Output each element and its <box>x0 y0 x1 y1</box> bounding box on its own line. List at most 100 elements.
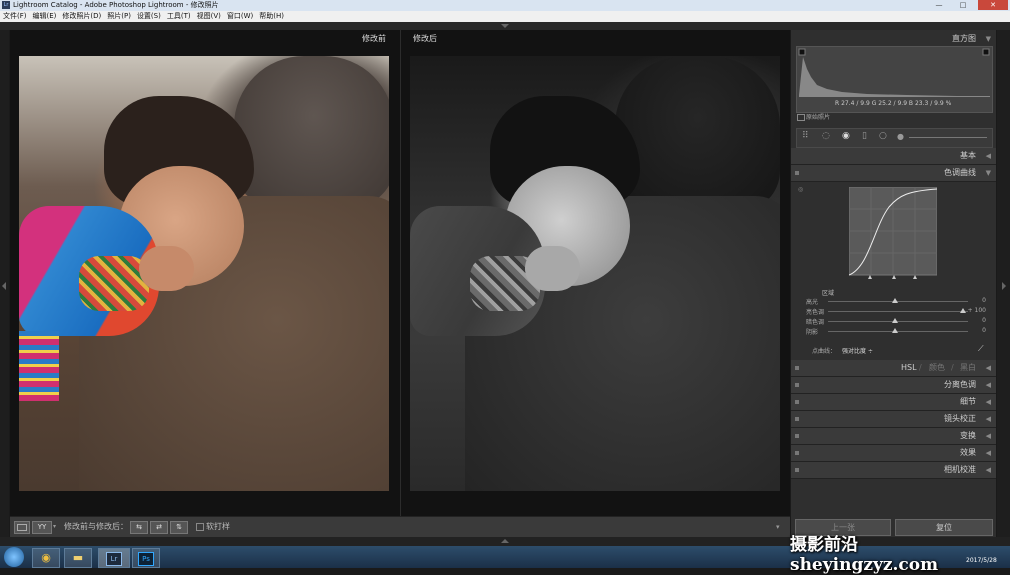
expand-arrow-icon: ◀ <box>985 381 991 389</box>
panel-switch-icon[interactable] <box>795 468 799 472</box>
expand-arrow-icon: ◀ <box>985 449 991 457</box>
menu-file[interactable]: 文件(F) <box>0 11 30 22</box>
hsl-section-header[interactable]: HSL / 颜色 / 黑白 ◀ <box>791 360 996 377</box>
slider-track[interactable] <box>828 331 968 332</box>
section-label: 效果 <box>960 448 976 457</box>
radial-filter-icon[interactable]: ○ <box>879 131 887 141</box>
section-label: 分离色调 <box>944 380 976 389</box>
transform-header[interactable]: 变换 ◀ <box>791 428 996 445</box>
left-panel-toggle[interactable] <box>0 30 9 546</box>
slider-name: 亮色调 <box>806 309 825 316</box>
section-label: 变换 <box>960 431 976 440</box>
lens-corrections-header[interactable]: 镜头校正 ◀ <box>791 411 996 428</box>
photoshop-taskbar-app[interactable]: Ps <box>132 548 160 568</box>
lightroom-icon: Lr <box>106 552 122 566</box>
expand-arrow-icon: ◀ <box>985 152 991 160</box>
panel-switch-icon[interactable] <box>795 434 799 438</box>
panel-switch-icon[interactable] <box>795 417 799 421</box>
window-title: Lightroom Catalog - Adobe Photoshop Ligh… <box>13 1 219 9</box>
panel-switch-icon[interactable] <box>795 383 799 387</box>
slider-knob[interactable] <box>892 298 898 303</box>
bottom-toolbar: YY ▾ 修改前与修改后： ⇆ ⇄ ⇅ 软打样 ▾ <box>10 516 790 537</box>
original-photo-checkbox[interactable] <box>797 114 805 121</box>
crop-tool-icon[interactable]: ⠿ <box>802 131 809 141</box>
copy-after-to-before-button[interactable]: ⇄ <box>150 521 168 534</box>
title-bar: Lr Lightroom Catalog - Adobe Photoshop L… <box>0 0 1010 11</box>
close-button[interactable]: ✕ <box>978 0 1008 10</box>
lightroom-taskbar-app[interactable]: Lr <box>98 548 130 568</box>
man-head <box>234 56 389 206</box>
slider-name: 阴影 <box>806 329 819 336</box>
swap-settings-button[interactable]: ⇅ <box>170 521 188 534</box>
slider-track[interactable] <box>828 301 968 302</box>
adjustment-brush-icon[interactable]: ● <box>897 132 904 141</box>
slider-lights[interactable]: 亮色调 + 100 <box>800 307 990 316</box>
start-button[interactable] <box>4 547 24 567</box>
edit-point-curve-icon[interactable]: ⟋ <box>978 344 984 354</box>
copy-before-to-after-button[interactable]: ⇆ <box>130 521 148 534</box>
tone-curve-graph[interactable] <box>849 187 937 279</box>
slider-highlights[interactable]: 高光 0 <box>800 297 990 306</box>
bw-tab[interactable]: 黑白 <box>960 360 976 376</box>
split-toning-header[interactable]: 分离色调 ◀ <box>791 377 996 394</box>
left-triangle-icon <box>2 282 6 290</box>
menu-edit[interactable]: 编辑(E) <box>30 11 60 22</box>
menu-help[interactable]: 帮助(H) <box>256 11 287 22</box>
panel-switch-icon[interactable] <box>795 451 799 455</box>
before-after-view-button[interactable]: YY <box>32 521 52 534</box>
photoshop-icon: Ps <box>138 552 154 566</box>
soft-proof-checkbox[interactable] <box>196 523 204 531</box>
after-photo[interactable] <box>410 56 780 491</box>
menu-tools[interactable]: 工具(T) <box>164 11 194 22</box>
slider-shadows[interactable]: 阴影 0 <box>800 327 990 336</box>
redeye-tool-icon[interactable]: ◉ <box>842 131 850 141</box>
basic-section-header[interactable]: 基本 ◀ <box>791 148 996 165</box>
before-photo[interactable] <box>19 56 389 491</box>
tool-strip: ⠿ ◌ ◉ ▯ ○ ● <box>796 128 993 148</box>
panel-switch-icon[interactable] <box>795 366 799 370</box>
target-adjust-icon[interactable]: ◎ <box>798 186 803 193</box>
dropdown-arrow-icon[interactable]: ▾ <box>53 517 56 537</box>
minimize-button[interactable]: — <box>928 0 950 10</box>
point-curve-select[interactable]: 强对比度 ÷ <box>842 346 873 355</box>
swap-icon: ⇅ <box>176 523 182 531</box>
menu-window[interactable]: 窗口(W) <box>224 11 256 22</box>
menu-view[interactable]: 视图(V) <box>194 11 224 22</box>
panel-switch-icon[interactable] <box>795 171 799 175</box>
top-panel-toggle[interactable] <box>0 22 1010 30</box>
after-label: 修改后 <box>413 34 437 43</box>
menu-settings[interactable]: 设置(S) <box>134 11 164 22</box>
folder-icon: ▬ <box>72 551 84 564</box>
panel-switch-icon[interactable] <box>795 400 799 404</box>
expand-arrow-icon: ◀ <box>985 466 991 474</box>
explorer-taskbar-icon[interactable]: ▬ <box>64 548 92 568</box>
color-tab[interactable]: 颜色 <box>929 360 945 376</box>
slider-knob[interactable] <box>892 318 898 323</box>
slider-darks[interactable]: 暗色调 0 <box>800 317 990 326</box>
menu-photo[interactable]: 照片(P) <box>104 11 134 22</box>
loupe-view-button[interactable] <box>14 521 30 534</box>
slider-knob[interactable] <box>960 308 966 313</box>
brush-slider[interactable] <box>909 137 987 138</box>
histogram[interactable]: R 27.4 / 9.9 G 25.2 / 9.9 B 23.3 / 9.9 % <box>796 46 993 113</box>
camera-calibration-header[interactable]: 相机校准 ◀ <box>791 462 996 479</box>
slider-track[interactable] <box>828 311 968 312</box>
toolbar-menu-icon[interactable]: ▾ <box>776 517 780 537</box>
menu-develop[interactable]: 修改照片(D) <box>59 11 104 22</box>
hsl-tab[interactable]: HSL <box>901 360 917 376</box>
slider-value: 0 <box>982 327 986 334</box>
right-panel-toggle[interactable] <box>997 30 1010 546</box>
effects-header[interactable]: 效果 ◀ <box>791 445 996 462</box>
point-curve-label: 点曲线： <box>812 348 837 355</box>
histogram-header[interactable]: 直方图 ▼ <box>791 31 996 47</box>
ie-taskbar-icon[interactable]: ◉ <box>32 548 60 568</box>
slider-knob[interactable] <box>892 328 898 333</box>
section-label: 细节 <box>960 397 976 406</box>
expand-arrow-icon: ◀ <box>985 364 991 372</box>
tone-curve-header[interactable]: 色调曲线 ▼ <box>791 165 996 182</box>
graduated-filter-icon[interactable]: ▯ <box>862 131 867 141</box>
slider-track[interactable] <box>828 321 968 322</box>
maximize-button[interactable]: □ <box>952 0 974 10</box>
detail-header[interactable]: 细节 ◀ <box>791 394 996 411</box>
spot-removal-icon[interactable]: ◌ <box>822 131 830 141</box>
